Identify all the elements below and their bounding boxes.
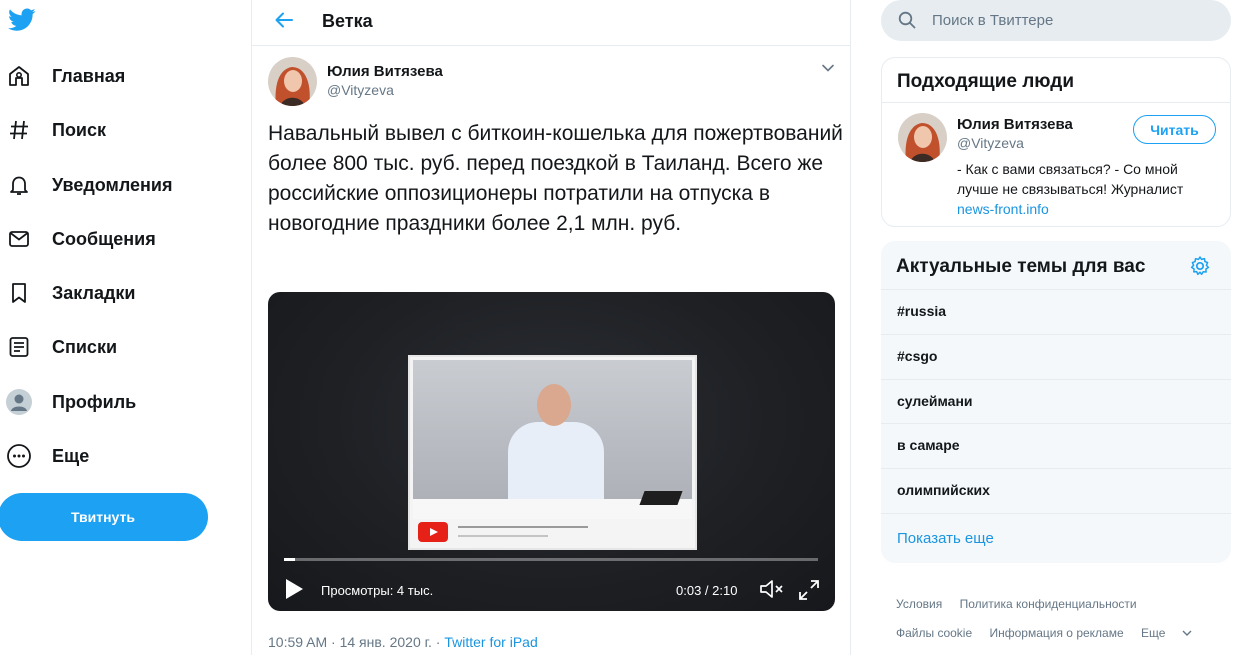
list-icon [6,334,32,360]
main-column: Ветка Юлия Витязева @Vityzeva Навальный … [251,0,851,655]
search-icon [898,11,916,29]
video-progress-fill [284,558,295,561]
tweet-button[interactable]: Твитнуть [0,493,208,541]
nav-label-search: Поиск [52,119,107,140]
trend-label: в самаре [897,437,960,453]
chevron-down-icon [1182,630,1192,636]
nav-label-bookmarks: Закладки [52,282,136,303]
hashtag-icon [6,117,32,143]
tweet-timestamp[interactable]: 10:59 AM · 14 янв. 2020 г. · [268,634,444,650]
tweet-source-link[interactable]: Twitter for iPad [444,634,537,650]
home-icon [6,63,32,89]
nav-item-notifications[interactable]: Уведомления [6,165,173,205]
trend-label: олимпийских [897,482,990,498]
trend-label: #csgo [897,348,938,364]
footer-link-more[interactable]: Еще [1141,626,1192,640]
nav-label-more: Еще [52,445,90,466]
footer-link-privacy[interactable]: Политика конфиденциальности [960,597,1137,611]
footer-link-cookies[interactable]: Файлы cookie [896,626,972,640]
youtube-logo-icon [418,522,448,542]
bio-link[interactable]: news-front.info [957,199,1217,219]
nav-item-home[interactable]: Главная [6,56,125,96]
more-icon [6,443,32,469]
footer-row-2: Файлы cookie Информация о рекламе Еще [896,626,1206,640]
trend-item[interactable]: олимпийских [881,468,1231,513]
page-title: Ветка [322,11,373,31]
trend-label: сулеймани [897,393,973,409]
nav-item-bookmarks[interactable]: Закладки [6,273,135,313]
video-progress-bar[interactable] [284,558,818,561]
nav-label-messages: Сообщения [52,228,156,249]
trend-item[interactable]: сулеймани [881,379,1231,424]
video-player[interactable]: Просмотры: 4 тыс. 0:03 / 2:10 [268,292,835,611]
trend-item[interactable]: #csgo [881,334,1231,379]
nav-item-messages[interactable]: Сообщения [6,219,156,259]
gear-icon[interactable] [1189,255,1211,277]
trends-title: Актуальные темы для вас [896,256,1146,277]
mute-icon[interactable] [759,578,785,600]
video-thumbnail [408,355,697,550]
who-to-follow-title: Подходящие люди [897,71,1075,92]
video-views: Просмотры: 4 тыс. [321,583,434,598]
back-arrow-icon[interactable] [274,10,294,30]
trend-item[interactable]: в самаре [881,423,1231,468]
twitter-logo-icon[interactable] [8,8,36,32]
play-icon[interactable] [284,578,304,600]
nav-item-profile[interactable]: Профиль [6,382,136,422]
search-bar[interactable]: Поиск в Твиттере [881,0,1231,41]
author-avatar[interactable] [268,57,317,106]
author-handle[interactable]: @Vityzeva [327,82,394,98]
nav-label-profile: Профиль [52,391,137,412]
footer-link-ads-info[interactable]: Информация о рекламе [990,626,1124,640]
chevron-down-icon[interactable] [820,60,836,76]
who-to-follow-panel: Подходящие люди Юлия Витязева @Vityzeva … [881,57,1231,227]
envelope-icon [6,226,32,252]
video-time: 0:03 / 2:10 [676,583,738,598]
tweet-meta: 10:59 AM · 14 янв. 2020 г. · Twitter for… [268,634,538,650]
trends-panel: Актуальные темы для вас #russia #csgo су… [881,241,1231,563]
suggested-user-handle[interactable]: @Vityzeva [957,135,1024,151]
nav-item-search[interactable]: Поиск [6,110,106,150]
nav-label-notifications: Уведомления [52,174,173,195]
footer-row-1: Условия Политика конфиденциальности [896,597,1151,611]
search-input[interactable]: Поиск в Твиттере [932,12,1053,29]
nav-label-lists: Списки [52,336,118,357]
nav-item-more[interactable]: Еще [6,436,89,476]
nav-item-lists[interactable]: Списки [6,327,117,367]
suggested-user-name[interactable]: Юлия Витязева [957,116,1073,133]
footer-link-terms[interactable]: Условия [896,597,942,611]
bookmark-icon [6,280,32,306]
left-navigation: Главная Поиск Уведомления Сообщения Закл… [0,0,250,655]
thread-header: Ветка [252,0,850,46]
nav-label-home: Главная [52,65,126,86]
suggested-user-bio: - Как с вами связаться? - Со мной лучше … [957,159,1217,219]
tweet-text: Навальный вывел с биткоин-кошелька для п… [268,122,843,235]
profile-icon [6,389,32,415]
footer-more-label: Еще [1141,626,1166,640]
bio-text: - Как с вами связаться? - Со мной лучше … [957,161,1184,197]
author-name[interactable]: Юлия Витязева [327,63,443,80]
bell-icon [6,172,32,198]
trend-item[interactable]: #russia [881,289,1231,334]
follow-button[interactable]: Читать [1133,115,1216,144]
suggested-user-avatar[interactable] [898,113,947,162]
show-more-link[interactable]: Показать еще [897,530,994,547]
fullscreen-icon[interactable] [798,579,820,601]
trend-label: #russia [897,303,947,319]
show-more-row: Показать еще [881,513,1231,563]
